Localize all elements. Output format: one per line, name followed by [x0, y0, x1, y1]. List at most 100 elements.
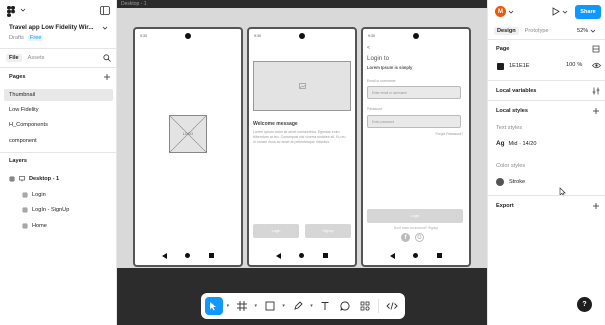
text-style-sample: Ag [496, 140, 505, 147]
layer-home[interactable]: Home [22, 223, 47, 229]
login-submit-button[interactable]: Login [367, 209, 463, 223]
password-field[interactable]: Enter password [367, 115, 461, 128]
dev-mode-icon[interactable] [383, 297, 401, 315]
color-style-name: Stroke [509, 179, 526, 185]
forgot-password-link[interactable]: Forgot Password? [435, 132, 463, 136]
page-opacity-unit: % [577, 62, 583, 68]
zoom-control[interactable]: 52% [577, 28, 596, 34]
shape-tool-chevron-icon[interactable]: ▾ [281, 303, 287, 309]
frame-icon [22, 223, 28, 229]
page-styles-icon[interactable] [592, 45, 600, 53]
status-time: 9:30 [254, 34, 261, 38]
zoom-chevron-icon [590, 29, 596, 33]
share-button[interactable]: Share [575, 5, 601, 19]
add-export-icon[interactable] [592, 202, 600, 210]
layer-label: Desktop - 1 [29, 176, 60, 182]
local-variables-label[interactable]: Local variables [496, 88, 536, 94]
desktop-frame[interactable]: 9:30 LOGO 9:30 Welcome message Lorem ips… [117, 8, 487, 268]
frame-tool-icon[interactable] [233, 297, 251, 315]
eye-icon[interactable] [592, 62, 601, 69]
color-style-item[interactable]: Stroke [496, 178, 525, 186]
page-item-thumbnail[interactable]: Thumbnail [4, 89, 113, 101]
phone-screen-login[interactable]: 9:30 < Login to Lorem Ipsum is simply Em… [361, 27, 471, 267]
welcome-title: Welcome message [253, 121, 298, 127]
phone-screen-welcome[interactable]: 9:30 Welcome message Lorem ipsum dolor s… [247, 27, 357, 267]
chevron-down-icon[interactable] [20, 7, 26, 13]
comment-tool-icon[interactable] [336, 297, 354, 315]
file-name[interactable]: Travel app Low Fidelity Wir... [9, 24, 109, 31]
frame-label[interactable]: Desktop - 1 [121, 1, 147, 7]
signup-prompt[interactable]: Don't have an account? Signup [363, 226, 469, 230]
tab-design[interactable]: Design [494, 27, 519, 35]
phone-screen-splash[interactable]: 9:30 LOGO [133, 27, 243, 267]
text-styles-title: Text styles [496, 125, 523, 131]
left-panel: Travel app Low Fidelity Wir... Drafts Fr… [0, 0, 117, 325]
email-label: Email or username [367, 79, 396, 83]
file-chevron-icon[interactable] [102, 25, 108, 31]
password-label: Password [367, 107, 382, 111]
welcome-body: Lorem ipsum dolor sit amet consectetur. … [253, 130, 346, 145]
user-avatar[interactable]: M [495, 6, 506, 17]
page-item-label: component [9, 138, 37, 144]
pen-tool-icon[interactable] [289, 297, 307, 315]
nav-home-icon [413, 253, 419, 258]
present-button[interactable] [552, 7, 568, 16]
text-style-item[interactable]: Ag Mid · 14/20 [496, 140, 537, 147]
nav-back-icon [390, 253, 396, 259]
page-item-low-fidelity[interactable]: Low Fidelity [9, 107, 39, 113]
frame-tool-chevron-icon[interactable]: ▾ [253, 303, 259, 309]
plan-badge: Free [27, 35, 44, 41]
add-style-icon[interactable] [592, 107, 600, 115]
signup-button[interactable]: Signup [305, 224, 351, 238]
file-location[interactable]: Drafts [9, 35, 24, 41]
right-panel: M Share Design Prototype 52% Page 1E1E1E… [487, 0, 605, 325]
camera-notch [185, 33, 191, 39]
help-button[interactable]: ? [577, 297, 592, 312]
tab-prototype[interactable]: Prototype [525, 28, 549, 34]
page-item-label: Thumbnail [9, 92, 36, 98]
nav-recents-icon [322, 253, 328, 258]
export-label: Export [496, 203, 514, 209]
play-icon [552, 7, 560, 16]
frame-icon [22, 207, 28, 213]
resources-tool-icon[interactable] [356, 297, 374, 315]
nav-home-icon [185, 253, 191, 258]
tab-assets[interactable]: Assets [25, 54, 48, 62]
rectangle-tool-icon[interactable] [261, 297, 279, 315]
layer-login[interactable]: Login [22, 192, 46, 198]
tab-file[interactable]: File [6, 54, 22, 62]
toolbar-divider [378, 299, 380, 313]
page-opacity-value[interactable]: 100 [566, 62, 575, 68]
text-tool-icon[interactable] [316, 297, 334, 315]
frame-icon [9, 176, 15, 182]
login-button[interactable]: Login [253, 224, 299, 238]
hero-image-placeholder [253, 61, 351, 111]
nav-back-icon [276, 253, 282, 259]
pen-tool-chevron-icon[interactable]: ▾ [308, 303, 314, 309]
status-time: 9:30 [368, 34, 375, 38]
camera-notch [299, 33, 305, 39]
search-icon[interactable] [103, 54, 111, 62]
logo-placeholder: LOGO [169, 115, 207, 153]
google-icon[interactable]: G [415, 233, 424, 242]
add-page-icon[interactable] [103, 73, 111, 81]
page-item-h-components[interactable]: H_Components [9, 122, 48, 128]
text-style-name: Mid · 14/20 [508, 140, 537, 147]
page-color-hex[interactable]: 1E1E1E [509, 63, 530, 69]
page-item-label: Low Fidelity [9, 107, 39, 113]
figma-menu-icon[interactable] [7, 6, 15, 17]
email-field[interactable]: Enter email or username [367, 86, 461, 99]
layer-login-signup[interactable]: LogIn - SignUp [22, 207, 69, 213]
canvas[interactable]: Desktop - 1 9:30 LOGO 9:30 Welcome messa… [117, 0, 487, 325]
move-tool-icon[interactable] [205, 297, 223, 315]
layer-desktop-1[interactable]: Desktop - 1 [9, 176, 59, 182]
page-item-component[interactable]: component [9, 138, 37, 144]
toggle-sidebar-icon[interactable] [100, 6, 110, 15]
pages-title: Pages [9, 74, 26, 80]
back-chevron-icon[interactable]: < [367, 45, 370, 51]
avatar-chevron-icon[interactable] [508, 9, 514, 15]
facebook-icon[interactable]: f [401, 233, 410, 242]
page-color-swatch[interactable] [497, 62, 504, 70]
move-tool-chevron-icon[interactable]: ▾ [225, 303, 231, 309]
variables-icon[interactable] [592, 87, 600, 95]
